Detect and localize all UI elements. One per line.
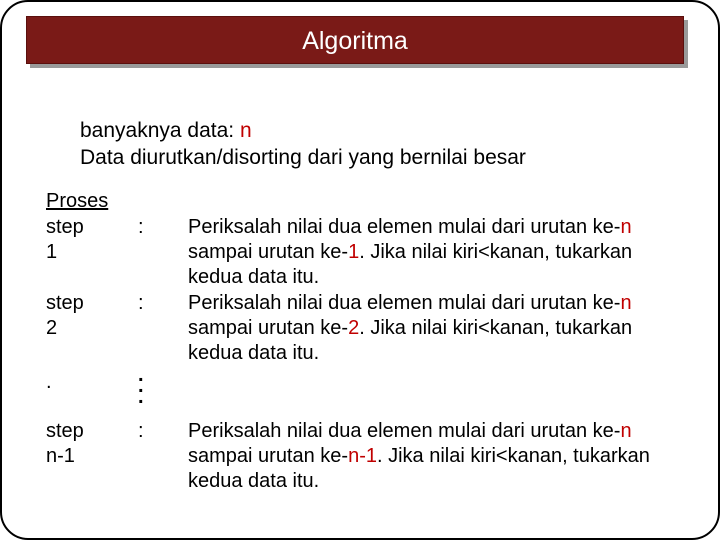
step-desc: Periksalah nilai dua elemen mulai dari u… — [188, 215, 688, 290]
step-label: step 1 — [46, 215, 84, 265]
step-colon: : — [138, 291, 144, 316]
proses-heading: Proses — [46, 190, 108, 213]
step-colon: : — [138, 215, 144, 240]
intro-line1-n: n — [240, 119, 252, 142]
step-colon: : — [138, 419, 144, 444]
intro-line1-prefix: banyaknya data: — [80, 119, 240, 142]
slide-frame: Algoritma banyaknya data: n Data diurutk… — [0, 0, 720, 540]
intro-block: banyaknya data: n Data diurutkan/disorti… — [80, 117, 526, 172]
step-desc: Periksalah nilai dua elemen mulai dari u… — [188, 419, 688, 494]
step-label: step n-1 — [46, 419, 84, 469]
title-bar: Algoritma — [26, 16, 684, 64]
dot: . — [46, 371, 52, 394]
intro-line1: banyaknya data: n — [80, 117, 526, 144]
vdot: . — [138, 393, 144, 402]
step-label: step 2 — [46, 291, 84, 341]
title-text: Algoritma — [302, 27, 408, 55]
step-desc: Periksalah nilai dua elemen mulai dari u… — [188, 291, 688, 366]
intro-line2: Data diurutkan/disorting dari yang berni… — [80, 144, 526, 171]
